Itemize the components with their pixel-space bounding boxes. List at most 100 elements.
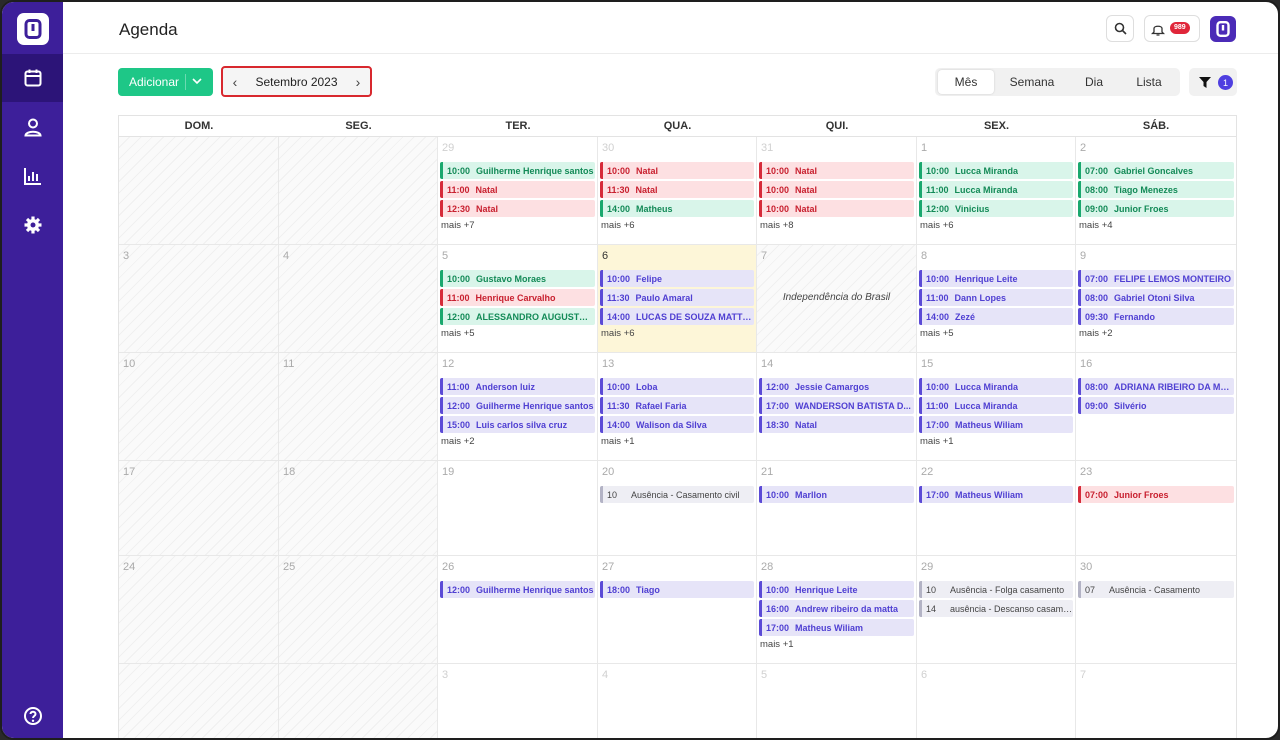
day-cell[interactable]: 25 [279, 556, 438, 664]
calendar-event[interactable]: 12:00 ALESSANDRO AUGUSTO ... [440, 308, 595, 325]
calendar-event[interactable]: 17:00 Matheus Wiliam [759, 619, 914, 636]
day-cell[interactable]: 10 [119, 353, 279, 461]
filter-button[interactable]: 1 [1189, 68, 1237, 96]
more-events-link[interactable]: mais +5 [441, 328, 475, 339]
calendar-event[interactable]: 10:00 Henrique Leite [919, 270, 1073, 287]
view-list-tab[interactable]: Lista [1123, 70, 1175, 94]
day-cell[interactable]: 8 10:00 Henrique Leite 11:00 Dann Lopes 14:00… [917, 245, 1076, 353]
more-events-link[interactable]: mais +6 [920, 220, 954, 231]
day-cell[interactable]: 28 10:00 Henrique Leite 16:00 Andrew ribeiro… [757, 556, 917, 664]
calendar-event[interactable]: 11:00 Lucca Miranda [919, 181, 1073, 198]
calendar-event[interactable]: 12:00 Jessie Camargos [759, 378, 914, 395]
calendar-event[interactable]: 10:00 Lucca Miranda [919, 162, 1073, 179]
calendar-event[interactable]: 10:00 Natal [759, 181, 914, 198]
day-cell[interactable]: 17 [119, 461, 279, 556]
calendar-event[interactable]: 08:00 Tiago Menezes [1078, 181, 1234, 198]
calendar-event[interactable]: 10:00 Guilherme Henrique santos [440, 162, 595, 179]
calendar-event[interactable]: 16:00 Andrew ribeiro da matta [759, 600, 914, 617]
sidebar-item-calendar[interactable] [2, 54, 63, 102]
calendar-event[interactable]: 10:00 Marllon [759, 486, 914, 503]
calendar-event[interactable]: 14:00 Matheus [600, 200, 754, 217]
day-cell[interactable]: 15 10:00 Lucca Miranda 11:00 Lucca Miranda 17… [917, 353, 1076, 461]
day-cell[interactable]: 12 11:00 Anderson luiz 12:00 Guilherme Henri… [438, 353, 598, 461]
day-cell[interactable]: 7 Independência do Brasil [757, 245, 917, 353]
day-cell[interactable]: 21 10:00 Marllon [757, 461, 917, 556]
calendar-event[interactable]: 18:00 Tiago [600, 581, 754, 598]
calendar-event[interactable]: 11:00 Dann Lopes [919, 289, 1073, 306]
calendar-event[interactable]: 08:00 ADRIANA RIBEIRO DA MA... [1078, 378, 1234, 395]
more-events-link[interactable]: mais +4 [1079, 220, 1113, 231]
sidebar-item-settings[interactable] [2, 201, 63, 249]
day-cell[interactable]: 23 07:00 Junior Froes [1076, 461, 1236, 556]
day-cell[interactable]: 14 12:00 Jessie Camargos 17:00 WANDERSON BAT… [757, 353, 917, 461]
calendar-event[interactable]: 17:00 Matheus Wiliam [919, 416, 1073, 433]
day-cell[interactable]: 20 10 Ausência - Casamento civil [598, 461, 757, 556]
search-button[interactable] [1106, 15, 1134, 42]
calendar-event[interactable]: 12:30 Natal [440, 200, 595, 217]
calendar-event[interactable]: 14:00 LUCAS DE SOUZA MATTOS [600, 308, 754, 325]
more-events-link[interactable]: mais +6 [601, 220, 635, 231]
calendar-event[interactable]: 10 Ausência - Folga casamento [919, 581, 1073, 598]
calendar-event[interactable]: 07:00 FELIPE LEMOS MONTEIRO [1078, 270, 1234, 287]
more-events-link[interactable]: mais +6 [601, 328, 635, 339]
view-month-tab[interactable]: Mês [938, 70, 994, 94]
more-events-link[interactable]: mais +2 [441, 436, 475, 447]
sidebar-help[interactable] [2, 692, 63, 738]
calendar-event[interactable]: 07:00 Gabriel Goncalves [1078, 162, 1234, 179]
day-cell[interactable]: 31 10:00 Natal 10:00 Natal 10:00 Natal mais +8 [757, 137, 917, 245]
chevron-down-icon[interactable] [192, 78, 202, 85]
add-button[interactable]: Adicionar [118, 68, 213, 96]
day-cell[interactable]: 19 [438, 461, 598, 556]
calendar-event[interactable]: 11:30 Paulo Amaral [600, 289, 754, 306]
day-cell[interactable] [119, 137, 279, 245]
day-cell[interactable]: 6 [917, 664, 1076, 738]
calendar-event[interactable]: 08:00 Gabriel Otoni Silva [1078, 289, 1234, 306]
calendar-event[interactable]: 09:00 Junior Froes [1078, 200, 1234, 217]
day-cell[interactable]: 22 17:00 Matheus Wiliam [917, 461, 1076, 556]
sidebar-item-users[interactable] [2, 103, 63, 151]
day-cell[interactable] [279, 137, 438, 245]
calendar-event[interactable]: 14:00 Zezé [919, 308, 1073, 325]
calendar-event[interactable]: 11:00 Lucca Miranda [919, 397, 1073, 414]
calendar-event[interactable]: 15:00 Luis carlos silva cruz [440, 416, 595, 433]
day-cell[interactable]: 3 [119, 245, 279, 353]
day-cell[interactable]: 9 07:00 FELIPE LEMOS MONTEIRO 08:00 Gabriel … [1076, 245, 1236, 353]
calendar-event[interactable]: 18:30 Natal [759, 416, 914, 433]
calendar-event[interactable]: 10:00 Henrique Leite [759, 581, 914, 598]
day-cell[interactable] [119, 664, 279, 738]
calendar-event[interactable]: 10:00 Natal [600, 162, 754, 179]
calendar-event[interactable]: 12:00 Vinicius [919, 200, 1073, 217]
view-week-tab[interactable]: Semana [999, 70, 1065, 94]
calendar-event[interactable]: 09:00 Silvério [1078, 397, 1234, 414]
day-cell[interactable]: 5 [757, 664, 917, 738]
day-cell[interactable]: 6 10:00 Felipe 11:30 Paulo Amaral 14:00 LUCAS … [598, 245, 757, 353]
day-cell[interactable]: 18 [279, 461, 438, 556]
day-cell[interactable]: 24 [119, 556, 279, 664]
calendar-event[interactable]: 10:00 Natal [759, 162, 914, 179]
day-cell[interactable]: 29 10 Ausência - Folga casamento 14 ausência… [917, 556, 1076, 664]
day-cell[interactable]: 3 [438, 664, 598, 738]
day-cell[interactable]: 7 [1076, 664, 1236, 738]
day-cell[interactable]: 27 18:00 Tiago [598, 556, 757, 664]
day-cell[interactable]: 30 07 Ausência - Casamento [1076, 556, 1236, 664]
calendar-event[interactable]: 09:30 Fernando [1078, 308, 1234, 325]
next-month-button[interactable]: › [349, 73, 367, 91]
calendar-event[interactable]: 07:00 Junior Froes [1078, 486, 1234, 503]
more-events-link[interactable]: mais +1 [920, 436, 954, 447]
calendar-event[interactable]: 10:00 Loba [600, 378, 754, 395]
more-events-link[interactable]: mais +1 [601, 436, 635, 447]
calendar-event[interactable]: 14:00 Walison da Silva [600, 416, 754, 433]
calendar-event[interactable]: 17:00 Matheus Wiliam [919, 486, 1073, 503]
calendar-event[interactable]: 07 Ausência - Casamento [1078, 581, 1234, 598]
day-cell[interactable]: 29 10:00 Guilherme Henrique santos 11:00 Nat… [438, 137, 598, 245]
calendar-event[interactable]: 11:30 Natal [600, 181, 754, 198]
day-cell[interactable]: 30 10:00 Natal 11:30 Natal 14:00 Matheus mais +… [598, 137, 757, 245]
day-cell[interactable]: 13 10:00 Loba 11:30 Rafael Faria 14:00 Walison… [598, 353, 757, 461]
calendar-event[interactable]: 11:30 Rafael Faria [600, 397, 754, 414]
calendar-event[interactable]: 11:00 Henrique Carvalho [440, 289, 595, 306]
calendar-event[interactable]: 17:00 WANDERSON BATISTA D... [759, 397, 914, 414]
calendar-event[interactable]: 11:00 Anderson luiz [440, 378, 595, 395]
day-cell[interactable]: 26 12:00 Guilherme Henrique santos [438, 556, 598, 664]
day-cell[interactable]: 1 10:00 Lucca Miranda 11:00 Lucca Miranda 12:… [917, 137, 1076, 245]
notifications-button[interactable]: 989 [1144, 15, 1200, 42]
